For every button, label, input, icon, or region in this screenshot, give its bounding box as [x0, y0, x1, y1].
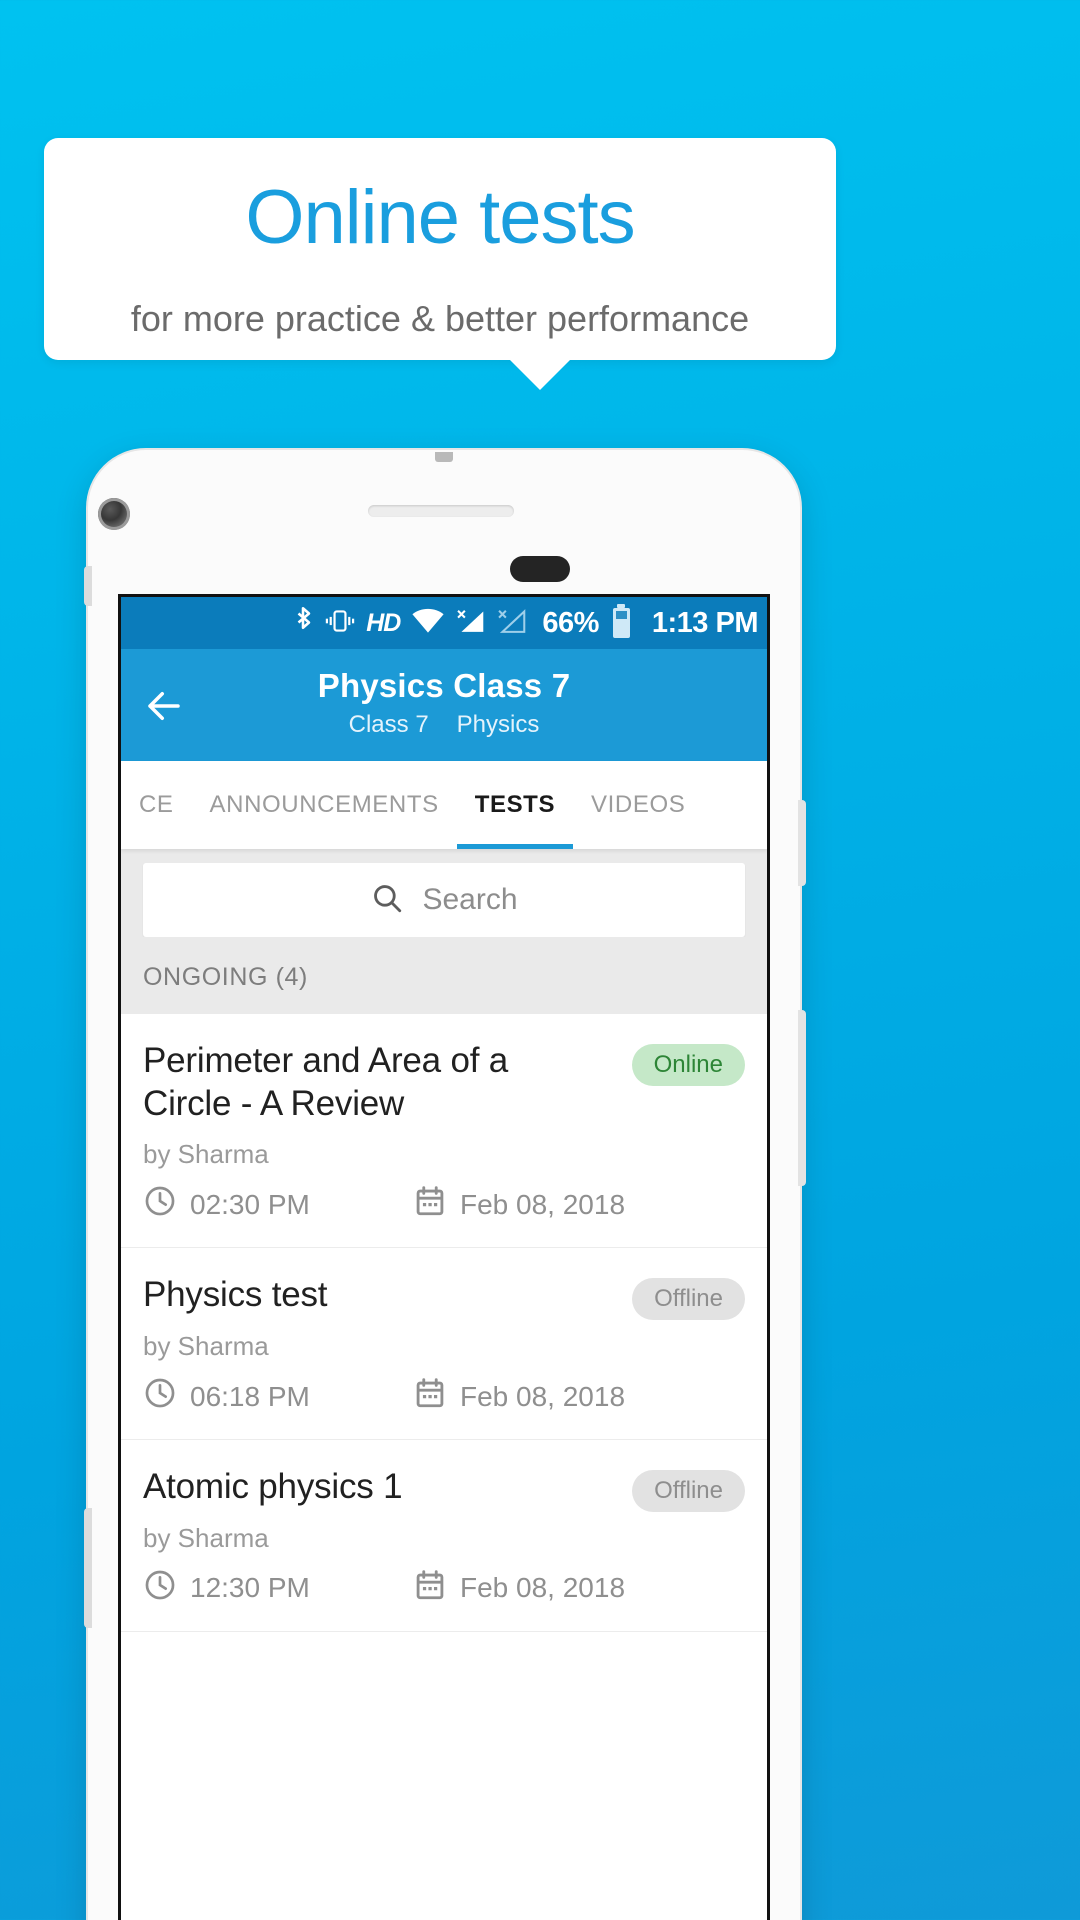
signal-sim2-icon [497, 607, 527, 640]
status-badge: Offline [632, 1470, 745, 1513]
test-title: Physics test [143, 1275, 328, 1315]
test-date-cell: Feb 08, 2018 [413, 1568, 625, 1609]
test-time-cell: 06:18 PM [143, 1376, 413, 1417]
test-date: Feb 08, 2018 [460, 1380, 626, 1412]
calendar-icon [413, 1376, 447, 1417]
section-header-ongoing: ONGOING (4) [121, 937, 767, 1014]
calendar-icon [413, 1184, 447, 1225]
test-meta: 06:18 PM Feb 08, 2018 [143, 1376, 745, 1417]
signal-sim1-icon [456, 607, 486, 640]
test-title: Perimeter and Area of a Circle - A Revie… [143, 1041, 509, 1123]
bluetooth-icon [295, 606, 314, 641]
phone-power-button[interactable] [798, 800, 806, 886]
wifi-icon [411, 608, 445, 639]
tests-list: Perimeter and Area of a Circle - A Revie… [121, 1014, 767, 1632]
search-area: Search [121, 849, 767, 937]
test-date-cell: Feb 08, 2018 [413, 1184, 625, 1225]
search-icon [370, 881, 404, 920]
test-author: by Sharma [143, 1139, 269, 1170]
calendar-icon [413, 1568, 447, 1609]
search-placeholder: Search [422, 883, 518, 916]
tab-bar: CE ANNOUNCEMENTS TESTS VIDEOS [121, 761, 767, 849]
test-date: Feb 08, 2018 [460, 1188, 626, 1220]
test-author: by Sharma [143, 1331, 269, 1362]
status-bar: HD 66% 1:13 PM [121, 597, 767, 649]
phone-left-button[interactable] [84, 566, 92, 606]
promo-subtitle: for more practice & better performance [130, 298, 750, 339]
breadcrumb-subject: Physics [456, 711, 540, 738]
phone-volume-button[interactable] [798, 1010, 806, 1186]
test-title: Atomic physics 1 [143, 1467, 403, 1507]
hd-icon: HD [366, 608, 401, 637]
test-time-cell: 02:30 PM [143, 1184, 413, 1225]
page-title: Physics Class 7 [317, 667, 571, 704]
clock-icon [143, 1376, 177, 1417]
phone-top-notch-mark [435, 452, 453, 462]
status-bar-clock: 1:13 PM [651, 606, 759, 639]
tab-announcements[interactable]: ANNOUNCEMENTS [192, 761, 457, 849]
test-time-cell: 12:30 PM [143, 1568, 413, 1609]
test-author: by Sharma [143, 1522, 269, 1553]
test-date: Feb 08, 2018 [460, 1572, 626, 1604]
test-time: 02:30 PM [190, 1188, 310, 1220]
phone-left-button-lower[interactable] [84, 1508, 92, 1628]
promo-banner-card: Online tests for more practice & better … [44, 138, 836, 360]
battery-percent-label: 66% [542, 606, 599, 639]
test-meta: 12:30 PM Feb 08, 2018 [143, 1568, 745, 1609]
back-arrow-icon[interactable] [143, 685, 185, 727]
app-bar: Physics Class 7 Class 7 Physics [121, 649, 767, 761]
promo-title: Online tests [245, 175, 635, 260]
tab-ce[interactable]: CE [121, 761, 192, 849]
table-row[interactable]: Atomic physics 1 by Sharma 12:30 PM Feb … [121, 1440, 767, 1632]
speech-bubble-tail [509, 359, 571, 390]
breadcrumb-class: Class 7 [348, 711, 429, 738]
front-camera-icon [98, 498, 130, 530]
tab-videos[interactable]: VIDEOS [573, 761, 703, 849]
phone-screen: HD 66% 1:13 PM Physics Class 7 Class 7 P… [118, 594, 770, 1920]
breadcrumb: Class 7 Physics [121, 711, 767, 739]
battery-icon [612, 608, 630, 638]
status-badge: Offline [632, 1278, 745, 1321]
test-time: 06:18 PM [190, 1380, 310, 1412]
test-meta: 02:30 PM Feb 08, 2018 [143, 1184, 745, 1225]
test-date-cell: Feb 08, 2018 [413, 1376, 625, 1417]
vibrate-icon [325, 608, 355, 639]
earpiece-speaker [368, 505, 514, 517]
clock-icon [143, 1568, 177, 1609]
table-row[interactable]: Perimeter and Area of a Circle - A Revie… [121, 1014, 767, 1249]
home-button[interactable] [510, 556, 570, 582]
table-row[interactable]: Physics test by Sharma 06:18 PM Feb 08, … [121, 1248, 767, 1441]
search-input[interactable]: Search [143, 863, 745, 937]
status-badge: Online [631, 1044, 745, 1086]
test-time: 12:30 PM [190, 1572, 310, 1604]
clock-icon [143, 1184, 177, 1225]
tab-tests[interactable]: TESTS [456, 761, 574, 849]
